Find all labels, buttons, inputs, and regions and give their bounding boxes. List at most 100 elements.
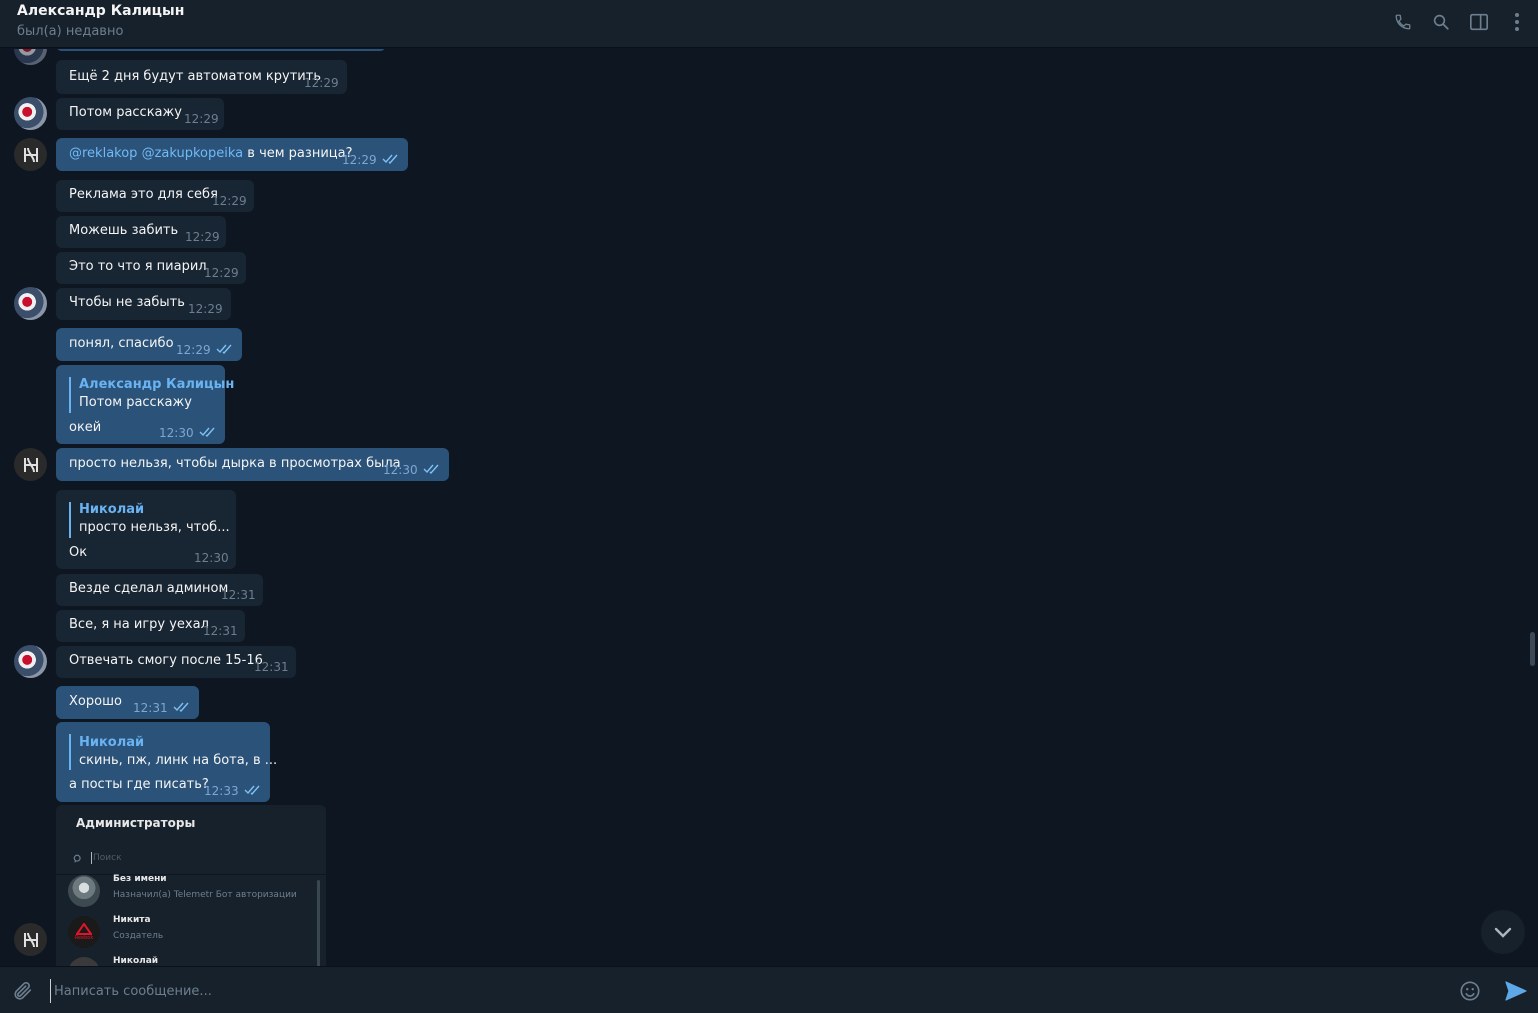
avatar[interactable]	[14, 97, 47, 130]
message-time: 12:29	[304, 76, 339, 90]
avatar[interactable]	[14, 287, 47, 320]
message-time: 12:30	[383, 463, 418, 477]
scrollbar-track[interactable]	[1530, 52, 1535, 962]
message-bubble[interactable]: Потом расскажу 12:29	[56, 98, 224, 130]
mention-link[interactable]: @zakupkopeika	[142, 146, 244, 161]
image-message[interactable]: Администраторы Поиск Без имени Назначил(…	[56, 805, 326, 966]
message-bubble[interactable]: Везде сделал админом 12:31	[56, 574, 263, 606]
message-text: Ок	[69, 545, 88, 560]
message-time: 12:29	[185, 230, 220, 244]
mention-link[interactable]: @reklakop	[69, 146, 137, 161]
reply-text[interactable]: скинь, пж, линк на бота, в ...	[79, 752, 277, 770]
search-icon	[73, 854, 81, 863]
emoji-icon[interactable]	[1456, 977, 1484, 1005]
message-time: 12:33	[204, 784, 239, 798]
admin-name: Никита	[113, 915, 151, 925]
message-time: 12:30	[194, 551, 229, 565]
sidebar-toggle-icon[interactable]	[1467, 10, 1491, 34]
reply-bar	[69, 734, 71, 770]
message-text: окей	[69, 420, 102, 435]
admin-name: Без имени	[113, 874, 167, 884]
scrollbar-thumb[interactable]	[1530, 632, 1535, 666]
message-bubble[interactable]: просто нельзя, чтобы дырка в просмотрах …	[56, 448, 449, 481]
screenshot-search: Поиск	[73, 852, 313, 866]
double-check-icon	[216, 344, 232, 354]
message-bubble-partial[interactable]	[56, 49, 386, 51]
chat-title[interactable]: Александр Калицын	[17, 3, 184, 19]
avatar	[68, 957, 100, 966]
message-text: Хорошо	[69, 694, 122, 709]
message-input[interactable]	[50, 979, 1430, 1003]
message-time: 12:29	[212, 194, 247, 208]
message-bubble[interactable]: @reklakop @zakupkopeika в чем разница? 1…	[56, 138, 408, 171]
message-text: Можешь забить	[69, 223, 179, 238]
double-check-icon	[173, 702, 189, 712]
message-bubble[interactable]: Ещё 2 дня будут автоматом крутить 12:29	[56, 60, 347, 94]
message-time: 12:29	[176, 343, 211, 357]
avatar[interactable]	[14, 138, 47, 171]
avatar	[68, 875, 100, 907]
reply-author[interactable]: Александр Калицын	[79, 376, 234, 394]
phone-icon[interactable]	[1391, 10, 1415, 34]
screenshot-title: Администраторы	[76, 816, 196, 830]
reply-author[interactable]: Николай	[79, 501, 144, 519]
message-text: а посты где писать?	[69, 777, 209, 792]
admin-role: Назначил(а) Telemetr Бот авторизации	[113, 890, 297, 900]
search-icon[interactable]	[1429, 10, 1453, 34]
message-composer[interactable]	[0, 966, 1538, 1013]
message-bubble[interactable]: Отвечать смогу после 15-16 12:31	[56, 646, 296, 678]
message-text: Потом расскажу	[69, 105, 182, 120]
message-text: Везде сделал админом	[69, 581, 229, 596]
message-time: 12:29	[342, 153, 377, 167]
message-list[interactable]: Ещё 2 дня будут автоматом крутить 12:29 …	[0, 49, 1538, 966]
admin-row: Без имени Назначил(а) Telemetr Бот автор…	[68, 872, 313, 910]
avatar[interactable]	[14, 645, 47, 678]
reebok-logo-icon	[76, 923, 92, 935]
chat-header[interactable]: Александр Калицын был(а) недавно	[0, 0, 1538, 48]
message-bubble[interactable]: Можешь забить 12:29	[56, 216, 226, 248]
message-text: Отвечать смогу после 15-16	[69, 653, 263, 668]
message-bubble-reply[interactable]: Александр Калицын Потом расскажу окей 12…	[56, 365, 234, 444]
message-text: просто нельзя, чтобы дырка в просмотрах …	[69, 456, 401, 471]
message-bubble[interactable]: понял, спасибо 12:29	[56, 328, 242, 361]
message-bubble[interactable]: Реклама это для себя 12:29	[56, 180, 254, 212]
message-time: 12:29	[188, 302, 223, 316]
avatar[interactable]	[14, 923, 47, 956]
reply-text[interactable]: Потом расскажу	[79, 394, 192, 412]
message-text: Реклама это для себя	[69, 187, 218, 202]
message-text: Ещё 2 дня будут автоматом крутить	[69, 69, 321, 84]
more-vertical-icon[interactable]	[1505, 10, 1529, 34]
attach-icon[interactable]	[9, 977, 37, 1005]
message-bubble[interactable]: Это то что я пиарил 12:29	[56, 252, 246, 284]
message-text: понял, спасибо	[69, 336, 174, 351]
message-time: 12:31	[254, 660, 289, 674]
avatar[interactable]	[14, 448, 47, 481]
message-bubble-reply[interactable]: Николай просто нельзя, чтоб... Ок 12:30	[56, 490, 236, 569]
double-check-icon	[199, 427, 215, 437]
scroll-down-button[interactable]	[1481, 910, 1525, 954]
send-icon[interactable]	[1502, 977, 1530, 1005]
message-time: 12:31	[221, 588, 256, 602]
reply-bar	[69, 502, 71, 538]
h-logo-icon	[23, 147, 38, 162]
message-bubble[interactable]: Хорошо 12:31	[56, 686, 199, 719]
avatar[interactable]	[14, 49, 47, 65]
message-time: 12:29	[184, 112, 219, 126]
admin-name: Николай	[113, 956, 159, 966]
message-bubble-reply[interactable]: Николай скинь, пж, линк на бота, в ... а…	[56, 722, 277, 802]
search-placeholder: Поиск	[93, 853, 122, 863]
message-bubble[interactable]: Чтобы не забыть 12:29	[56, 288, 231, 320]
message-time: 12:29	[204, 266, 239, 280]
message-time: 12:31	[203, 624, 238, 638]
message-bubble[interactable]: Все, я на игру уехал 12:31	[56, 610, 245, 642]
reply-author[interactable]: Николай	[79, 734, 144, 752]
message-text: @reklakop @zakupkopeika в чем разница?	[69, 145, 352, 163]
message-text: Это то что я пиарил	[69, 259, 207, 274]
double-check-icon	[382, 154, 398, 164]
chat-status: был(а) недавно	[17, 24, 124, 39]
chevron-down-icon	[1494, 927, 1512, 938]
reply-text[interactable]: просто нельзя, чтоб...	[79, 519, 230, 537]
reply-bar	[69, 377, 71, 413]
admin-role: Создатель	[113, 931, 164, 941]
message-time: 12:30	[159, 426, 194, 440]
